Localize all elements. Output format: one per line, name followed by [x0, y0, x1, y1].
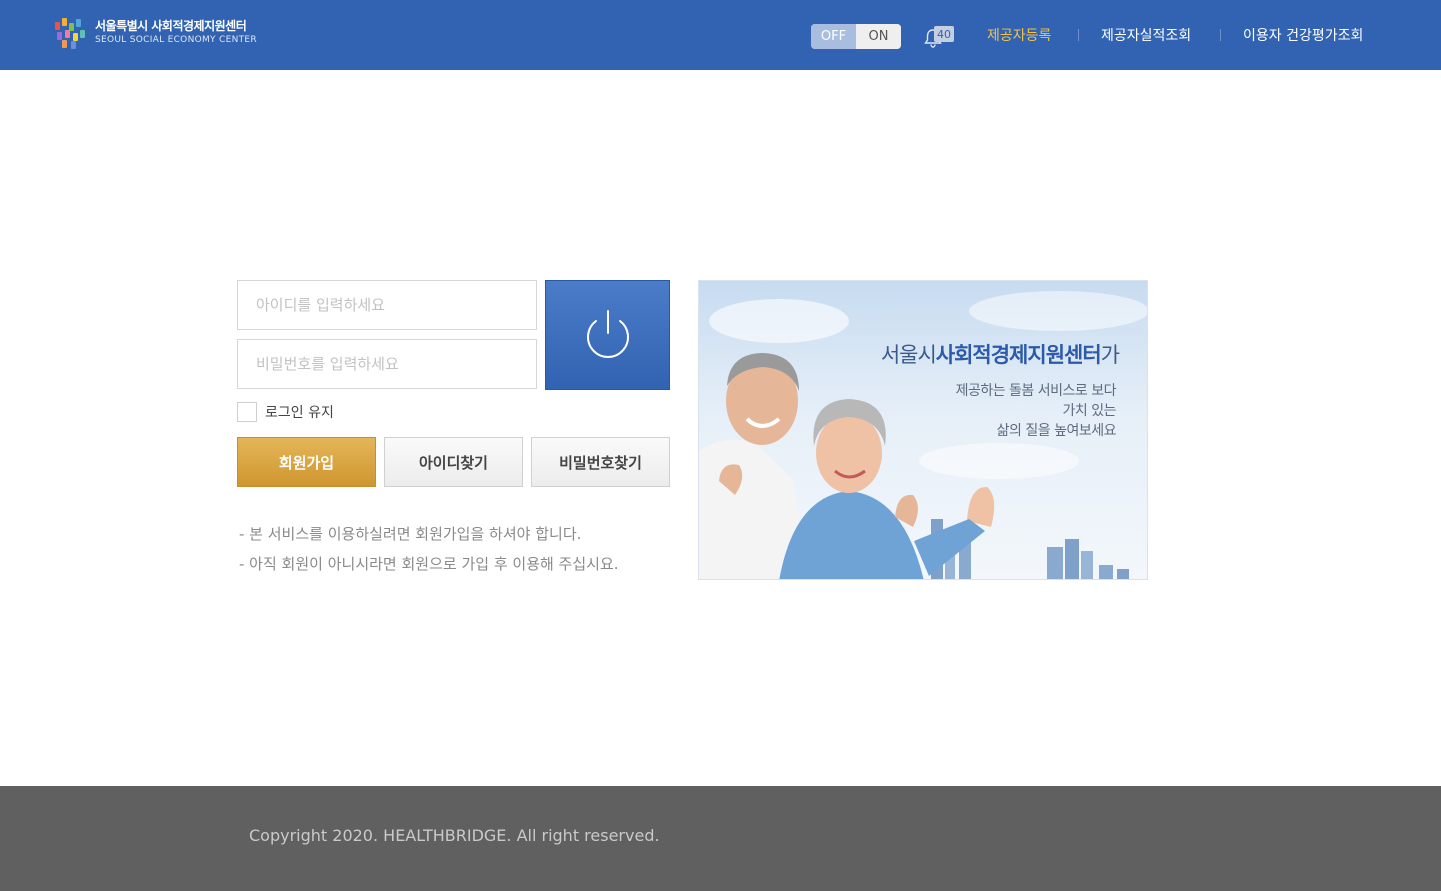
promo-banner: 서울시사회적경제지원센터가 제공하는 돌봄 서비스로 보다 가치 있는 삶의 질…	[698, 280, 1148, 580]
logo-english: SEOUL SOCIAL ECONOMY CENTER	[95, 35, 257, 45]
signup-button[interactable]: 회원가입	[237, 437, 376, 487]
password-input[interactable]	[237, 339, 537, 389]
copyright-text: Copyright 2020. HEALTHBRIDGE. All right …	[249, 826, 660, 845]
toggle-on-option[interactable]: ON	[856, 24, 901, 49]
logo-mark-icon	[53, 18, 87, 49]
nav-user-health-assessment[interactable]: 이용자 건강평가조회	[1243, 0, 1363, 70]
nav-divider	[1078, 29, 1079, 41]
user-id-input[interactable]	[237, 280, 537, 330]
page-footer: Copyright 2020. HEALTHBRIDGE. All right …	[0, 786, 1441, 891]
power-icon	[586, 310, 629, 358]
login-button[interactable]	[545, 280, 670, 390]
logo-text: 서울특별시 사회적경제지원센터 SEOUL SOCIAL ECONOMY CEN…	[95, 19, 257, 47]
off-on-toggle[interactable]: OFF ON	[811, 24, 901, 49]
banner-line: 가치 있는	[1062, 403, 1117, 419]
banner-line: 제공하는 돌봄 서비스로 보다	[955, 383, 1117, 399]
top-header: 서울특별시 사회적경제지원센터 SEOUL SOCIAL ECONOMY CEN…	[0, 0, 1441, 70]
nav-provider-register[interactable]: 제공자등록	[987, 0, 1051, 70]
toggle-off-option[interactable]: OFF	[811, 24, 856, 49]
nav-label[interactable]: 이용자 건강평가조회	[1243, 25, 1363, 45]
find-id-button[interactable]: 아이디찾기	[384, 437, 523, 487]
nav-label[interactable]: 제공자실적조회	[1101, 25, 1191, 45]
nav-label[interactable]: 제공자등록	[987, 25, 1051, 45]
banner-title-prefix: 서울시	[880, 343, 937, 367]
find-password-button[interactable]: 비밀번호찾기	[531, 437, 670, 487]
nav-divider	[1220, 29, 1221, 41]
banner-line: 삶의 질을 높여보세요	[996, 423, 1117, 439]
signup-notice: - 아직 회원이 아니시라면 회원으로 가입 후 이용해 주십시요.	[239, 555, 619, 573]
keep-login-checkbox[interactable]	[237, 402, 257, 422]
nav-provider-performance[interactable]: 제공자실적조회	[1101, 0, 1191, 70]
logo-korean: 서울특별시 사회적경제지원센터	[95, 19, 247, 33]
banner-title-suffix: 가	[1100, 343, 1120, 367]
banner-title-bold: 사회적경제지원센터	[935, 343, 1102, 367]
site-logo[interactable]: 서울특별시 사회적경제지원센터 SEOUL SOCIAL ECONOMY CEN…	[53, 18, 257, 49]
signup-notice: - 본 서비스를 이용하실려면 회원가입을 하셔야 합니다.	[239, 525, 582, 543]
keep-login-label[interactable]: 로그인 유지	[265, 402, 334, 422]
notification-count-badge: 40	[934, 26, 954, 42]
keep-login[interactable]: 로그인 유지	[237, 402, 334, 422]
banner-title: 서울시사회적경제지원센터가	[880, 339, 1120, 369]
